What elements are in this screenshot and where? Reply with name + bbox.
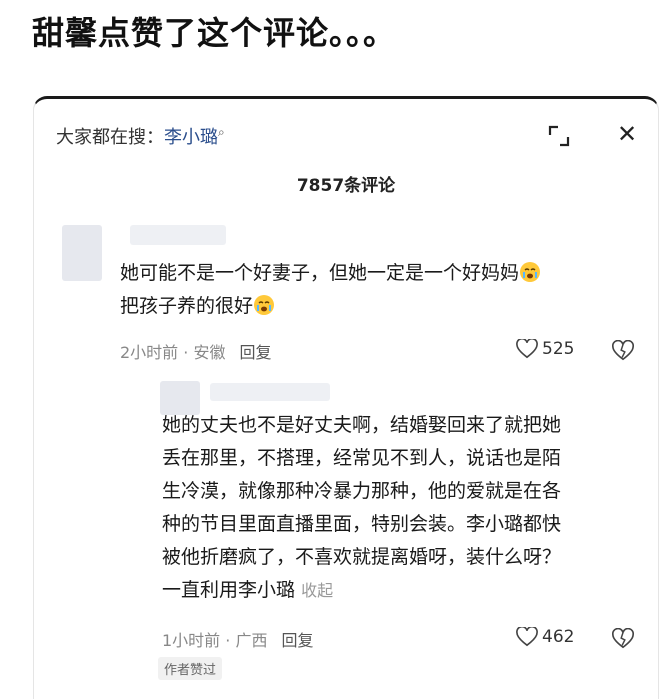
search-term[interactable]: 李小璐 <box>164 127 218 148</box>
like-count: 525 <box>542 339 575 359</box>
like-button[interactable]: 525 <box>516 339 574 359</box>
heart-icon <box>516 339 538 359</box>
close-icon[interactable]: ✕ <box>614 119 640 149</box>
reply-button[interactable]: 回复 <box>281 631 313 650</box>
comment-text: 她可能不是一个好妻子，但她一定是一个好妈妈 把孩子养的很好 <box>120 257 640 323</box>
author-liked-badge: 作者赞过 <box>158 657 223 680</box>
reply-meta: 1小时前 · 广西 回复 <box>162 627 313 651</box>
dislike-heart-icon[interactable] <box>612 628 634 650</box>
reply-comment-text: 她的丈夫也不是好丈夫啊，结婚娶回来了就把她 丢在那里，不搭理，经常见不到人，说话… <box>162 414 562 601</box>
comment-meta: 2小时前 · 安徽 回复 <box>120 339 271 363</box>
like-button[interactable]: 462 <box>516 627 574 647</box>
like-count: 462 <box>542 627 575 647</box>
heart-icon <box>516 627 538 647</box>
post-headline: 甜馨点赞了这个评论。。。 <box>32 14 397 52</box>
collapse-button[interactable]: 收起 <box>301 581 333 600</box>
crying-face-emoji <box>254 295 275 315</box>
search-suggestion[interactable]: 大家都在搜：李小璐⌕ <box>56 123 225 149</box>
search-prefix: 大家都在搜： <box>56 127 164 148</box>
dislike-heart-icon[interactable] <box>612 340 634 362</box>
reply-time-location: 1小时前 · 广西 <box>162 631 268 650</box>
crying-face-emoji <box>520 262 541 282</box>
reply-username-blurred[interactable] <box>210 383 330 401</box>
search-icon[interactable]: ⌕ <box>218 125 225 139</box>
avatar-blurred[interactable] <box>62 225 102 281</box>
comment-panel: 大家都在搜：李小璐⌕ ✕ 7857条评论 她可能不是一个好妻子，但她一定是一个好… <box>33 96 659 699</box>
comment-count: 7857条评论 <box>296 176 396 196</box>
expand-icon[interactable] <box>546 123 572 149</box>
reply-button[interactable]: 回复 <box>239 343 271 362</box>
username-blurred[interactable] <box>130 225 226 245</box>
comment-time-location: 2小时前 · 安徽 <box>120 343 226 362</box>
